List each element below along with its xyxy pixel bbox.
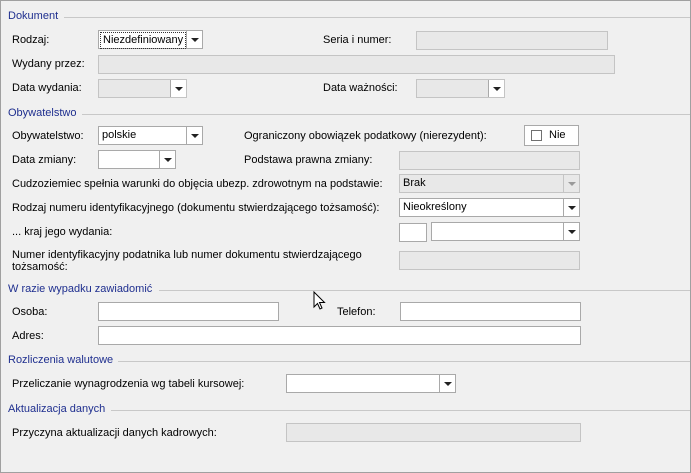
kraj-dropdown[interactable] [431,222,580,241]
obywatelstwo-dropdown[interactable]: polskie [98,126,203,145]
chevron-down-icon [568,206,576,210]
rodzaj-numeru-dropdown[interactable]: Nieokreślony [399,198,580,217]
dropdown-button[interactable] [186,127,202,144]
data-waznosci-label: Data ważności: [323,82,398,94]
chevron-down-icon [164,158,172,162]
dropdown-button[interactable] [186,31,202,48]
obywatelstwo-label: Obywatelstwo: [12,130,84,142]
section-divider [64,17,690,18]
telefon-input[interactable] [400,302,581,321]
data-wydania-label: Data wydania: [12,82,82,94]
seria-input[interactable] [416,31,608,50]
osoba-input[interactable] [98,302,279,321]
telefon-label: Telefon: [337,306,376,318]
adres-label: Adres: [12,330,44,342]
cudzoziemiec-dropdown[interactable]: Brak [399,174,580,193]
data-zmiany-picker[interactable] [98,150,176,169]
dropdown-button[interactable] [159,151,175,168]
wydany-label: Wydany przez: [12,58,85,70]
section-divider [118,361,690,362]
dropdown-button[interactable] [563,199,579,216]
kraj-label: ... kraj jego wydania: [12,226,113,238]
chevron-down-icon [568,182,576,186]
numer-input[interactable] [399,251,580,270]
przyczyna-input[interactable] [286,423,581,442]
dropdown-button[interactable] [439,375,455,392]
section-title-aktualizacja: Aktualizacja danych [8,403,106,415]
obywatelstwo-value: polskie [102,129,137,141]
section-divider [82,114,690,115]
rodzaj-label: Rodzaj: [12,34,50,46]
section-title-dokument: Dokument [8,10,59,22]
rodzaj-numeru-value: Nieokreślony [403,201,467,213]
numer-label-line1: Numer identyfikacyjny podatnika lub nume… [12,249,362,261]
ograniczony-label: Ograniczony obowiązek podatkowy (nierezy… [244,130,487,142]
rodzaj-numeru-label: Rodzaj numeru identyfikacyjnego (dokumen… [12,202,380,214]
cudzoziemiec-label: Cudzoziemiec spełnia warunki do objęcia … [12,178,383,190]
chevron-down-icon [191,134,199,138]
adres-input[interactable] [98,326,581,345]
chevron-down-icon [444,382,452,386]
seria-label: Seria i numer: [323,34,392,46]
form-panel: Dokument Rodzaj: Niezdefiniowany Seria i… [0,0,691,473]
mouse-cursor-icon [313,291,326,310]
rodzaj-dropdown[interactable]: Niezdefiniowany [98,30,203,49]
dropdown-button[interactable] [563,175,579,192]
chevron-down-icon [175,87,183,91]
przeliczanie-dropdown[interactable] [286,374,456,393]
data-zmiany-label: Data zmiany: [12,154,77,166]
podstawa-input[interactable] [399,151,580,170]
section-divider [111,410,690,411]
numer-label-line2: tożsamość: [12,261,68,273]
dropdown-button[interactable] [563,223,579,240]
data-wydania-picker[interactable] [98,79,187,98]
section-title-rozliczenia: Rozliczenia walutowe [8,354,114,366]
podstawa-label: Podstawa prawna zmiany: [244,154,373,166]
rodzaj-value: Niezdefiniowany [100,32,187,49]
ograniczony-value: Nie [549,129,566,141]
section-title-obywatelstwo: Obywatelstwo [8,107,77,119]
chevron-down-icon [191,38,199,42]
ograniczony-checkbox[interactable]: Nie [524,125,579,146]
chevron-down-icon [493,87,501,91]
przyczyna-label: Przyczyna aktualizacji danych kadrowych: [12,427,217,439]
section-divider [159,290,690,291]
dropdown-button[interactable] [488,80,504,97]
chevron-down-icon [568,230,576,234]
dropdown-button[interactable] [170,80,186,97]
wydany-input[interactable] [98,55,615,74]
data-waznosci-picker[interactable] [416,79,505,98]
section-title-zawiadomic: W razie wypadku zawiadomić [8,283,153,295]
kraj-code-input[interactable] [399,223,427,242]
przeliczanie-label: Przeliczanie wynagrodzenia wg tabeli kur… [12,378,245,390]
osoba-label: Osoba: [12,306,48,318]
cudzoziemiec-value: Brak [403,177,426,189]
checkbox-square[interactable] [531,130,542,141]
